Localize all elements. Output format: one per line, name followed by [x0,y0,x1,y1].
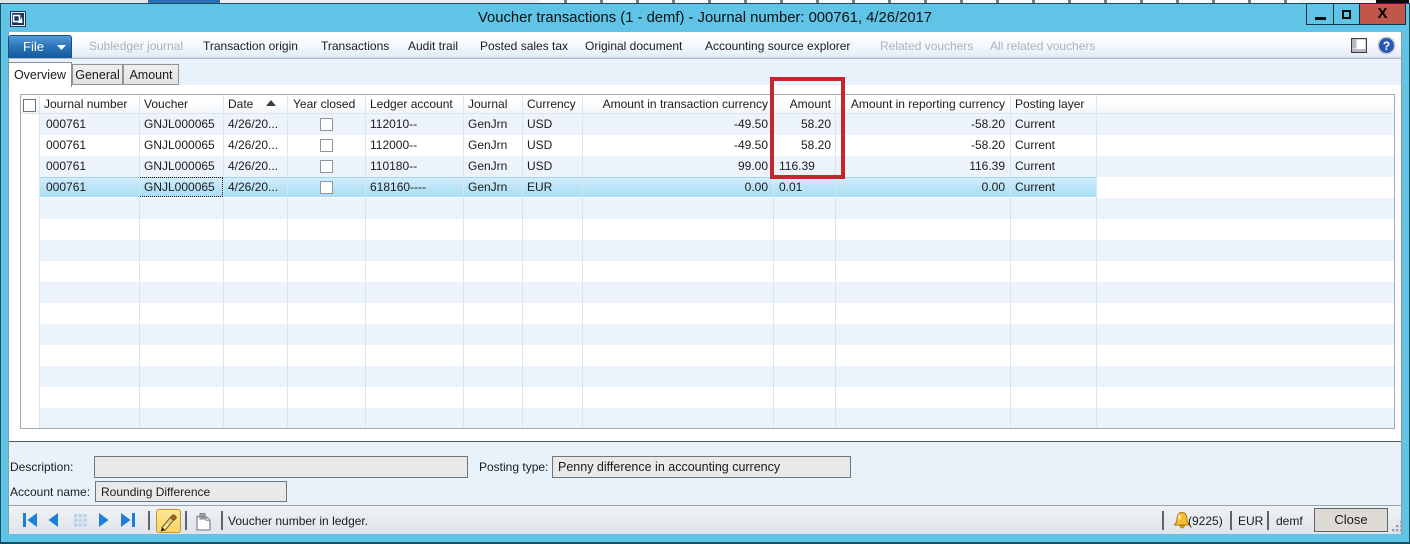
svg-text:?: ? [1383,39,1390,53]
